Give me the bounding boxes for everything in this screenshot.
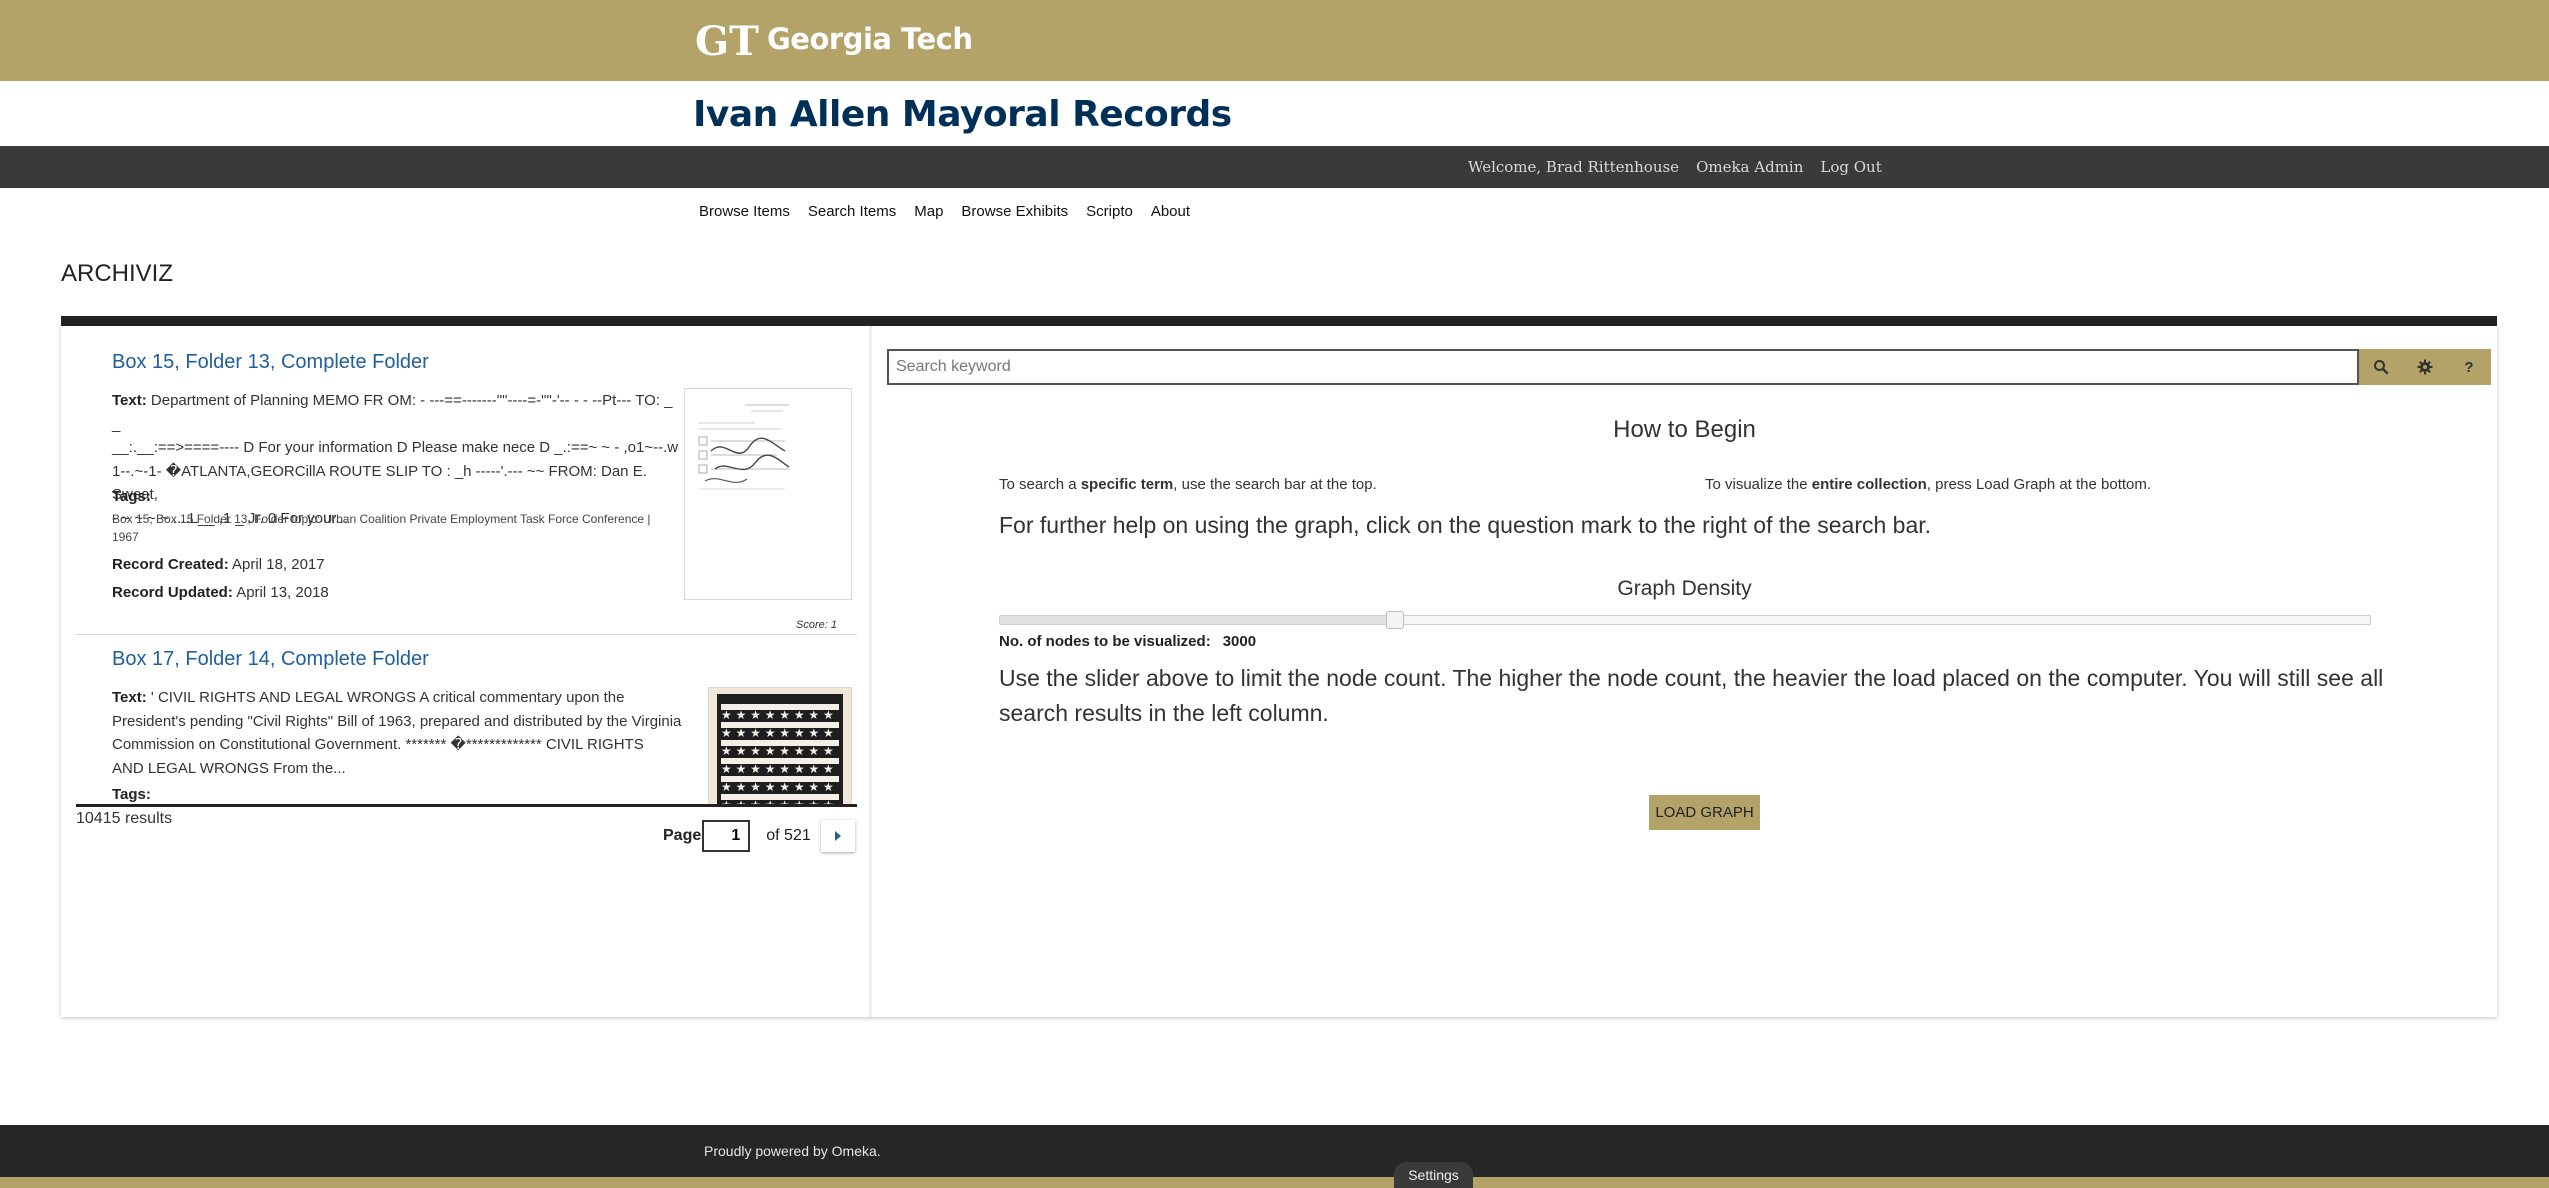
result-score: Score: 1 — [796, 619, 837, 631]
logout-link[interactable]: Log Out — [1820, 158, 1881, 176]
star-row-icon: ★ ★ ★ ★ ★ ★ ★ ★ — [721, 708, 834, 722]
results-count: 10415 results — [76, 810, 173, 827]
result-created: Record Created: April 18, 2017 — [112, 556, 325, 573]
nav-about[interactable]: About — [1151, 203, 1190, 220]
node-count-value: 3000 — [1222, 633, 1257, 650]
help-button[interactable]: ? — [2447, 349, 2491, 385]
search-input[interactable] — [887, 349, 2359, 385]
omeka-admin-link[interactable]: Omeka Admin — [1696, 158, 1803, 176]
pagination: Page of 521 — [663, 820, 855, 852]
nav-map[interactable]: Map — [914, 203, 943, 220]
user-links: Welcome, Brad Rittenhouse Omeka Admin Lo… — [1468, 146, 1882, 188]
slider-fill — [1000, 616, 1395, 624]
omeka-link[interactable]: Omeka — [832, 1143, 877, 1159]
slider-handle[interactable] — [1385, 611, 1404, 629]
question-mark-icon: ? — [2464, 358, 2474, 376]
nav-scripto[interactable]: Scripto — [1086, 203, 1133, 220]
document-scan-thumbnail-icon — [685, 389, 851, 599]
search-button[interactable] — [2359, 349, 2403, 385]
result-item: Box 15, Folder 13, Complete Folder Text:… — [76, 326, 857, 636]
result-item: Box 17, Folder 14, Complete Folder Text:… — [76, 636, 857, 804]
result-text-line: AND LEGAL WRONGS From the... — [112, 759, 346, 777]
nav-search-items[interactable]: Search Items — [808, 203, 896, 220]
main-nav: Browse Items Search Items Map Browse Exh… — [699, 203, 1190, 220]
node-count-readout: No. of nodes to be visualized: 3000 — [999, 633, 1256, 650]
result-text-line: 1--.~-1- �ATLANTA,GEORCillA ROUTE SLIP T… — [112, 462, 647, 504]
results-bottom-rule — [76, 804, 857, 807]
page-total: of 521 — [766, 827, 811, 844]
settings-tab[interactable]: Settings — [1394, 1162, 1473, 1188]
gear-icon — [2417, 359, 2433, 375]
svg-text:★ ★ ★ ★ ★ ★ ★ ★: ★ ★ ★ ★ ★ ★ ★ ★ — [721, 744, 834, 758]
svg-text:★ ★ ★ ★ ★ ★ ★ ★: ★ ★ ★ ★ ★ ★ ★ ★ — [721, 762, 834, 776]
result-text-line: Commission on Constitutional Government.… — [112, 736, 644, 753]
settings-button[interactable] — [2403, 349, 2447, 385]
graph-help-text: For further help on using the graph, cli… — [999, 512, 1932, 538]
gt-logo[interactable]: GT Georgia Tech — [693, 16, 973, 62]
result-tags: Box 15, Box 15 Folder 13, Folder topic: … — [112, 510, 682, 546]
result-tag-line: Box 15, Box 15 Folder 13, Folder topic: … — [112, 512, 651, 526]
gt-logo-mark-text: GT — [695, 18, 759, 61]
result-tag-line: 1967 — [112, 530, 139, 544]
gt-banner: GT Georgia Tech — [0, 0, 2549, 81]
pamphlet-cover-thumbnail-icon: ★ ★ ★ ★ ★ ★ ★ ★ ★ ★ ★ ★ ★ ★ ★ ★ ★ ★ ★ ★ … — [709, 688, 851, 804]
result-tags-label: Tags: — [112, 488, 151, 505]
result-text-line: ' CIVIL RIGHTS AND LEGAL WRONGS A critic… — [150, 689, 625, 706]
archiviz-panel: Box 15, Folder 13, Complete Folder Text:… — [61, 326, 2497, 1017]
nav-browse-exhibits[interactable]: Browse Exhibits — [961, 203, 1068, 220]
graph-column: ? How to Begin To search a specific term… — [872, 326, 2497, 1017]
result-text: Text: Department of Planning MEMO FR OM:… — [112, 389, 682, 530]
result-updated: Record Updated: April 13, 2018 — [112, 584, 329, 601]
welcome-link[interactable]: Welcome, Brad Rittenhouse — [1468, 158, 1679, 176]
result-thumbnail[interactable] — [684, 388, 852, 600]
how-to-begin-title: How to Begin — [1613, 416, 1756, 443]
result-text-label: Text: — [112, 689, 147, 706]
result-text-line: Department of Planning MEMO FR OM: - ---… — [112, 392, 673, 433]
node-count-label: No. of nodes to be visualized: — [999, 633, 1211, 650]
result-text-line: __:.__:==>====---- D For your informatio… — [112, 439, 679, 456]
gt-logo-mark-icon: GT — [695, 18, 759, 61]
footer-gold-strip — [0, 1177, 2549, 1188]
result-thumbnail[interactable]: ★ ★ ★ ★ ★ ★ ★ ★ ★ ★ ★ ★ ★ ★ ★ ★ ★ ★ ★ ★ … — [708, 687, 852, 804]
result-text-line: President's pending "Civil Rights" Bill … — [112, 712, 682, 730]
app-top-rule — [61, 316, 2497, 326]
node-count-slider[interactable] — [999, 611, 2371, 629]
user-bar: Welcome, Brad Rittenhouse Omeka Admin Lo… — [0, 146, 2549, 188]
page-label: Page — [663, 827, 702, 844]
results-column: Box 15, Folder 13, Complete Folder Text:… — [61, 326, 869, 1017]
footer — [0, 1125, 2549, 1177]
result-text-label: Text: — [112, 392, 147, 409]
nav-browse-items[interactable]: Browse Items — [699, 203, 790, 220]
result-title-link[interactable]: Box 15, Folder 13, Complete Folder — [112, 351, 429, 374]
load-graph-button[interactable]: LOAD GRAPH — [1649, 795, 1760, 830]
result-tags-label: Tags: — [112, 786, 151, 803]
gt-logo-text: Georgia Tech — [767, 22, 973, 56]
results-list[interactable]: Box 15, Folder 13, Complete Folder Text:… — [76, 326, 857, 804]
visualize-hint: To visualize the entire collection, pres… — [1705, 476, 2152, 493]
page-number-input[interactable] — [702, 820, 751, 852]
result-separator — [76, 634, 857, 635]
svg-text:★ ★ ★ ★ ★ ★ ★ ★: ★ ★ ★ ★ ★ ★ ★ ★ — [721, 780, 834, 794]
next-page-button[interactable] — [820, 820, 855, 852]
slider-help-text: Use the slider above to limit the node c… — [999, 665, 2384, 726]
result-title-link[interactable]: Box 17, Folder 14, Complete Folder — [112, 648, 429, 671]
app-title: ARCHIVIZ — [61, 260, 174, 287]
graph-density-label: Graph Density — [1617, 577, 1752, 600]
search-hint: To search a specific term, use the searc… — [999, 476, 1377, 493]
svg-text:★ ★ ★ ★ ★ ★ ★ ★: ★ ★ ★ ★ ★ ★ ★ ★ — [721, 726, 834, 740]
site-title[interactable]: Ivan Allen Mayoral Records — [693, 94, 1232, 135]
search-icon — [2374, 360, 2389, 375]
caret-right-icon — [834, 831, 841, 841]
result-text: Text: ' CIVIL RIGHTS AND LEGAL WRONGS A … — [112, 686, 708, 780]
powered-by: Proudly powered by Omeka. — [704, 1143, 881, 1159]
